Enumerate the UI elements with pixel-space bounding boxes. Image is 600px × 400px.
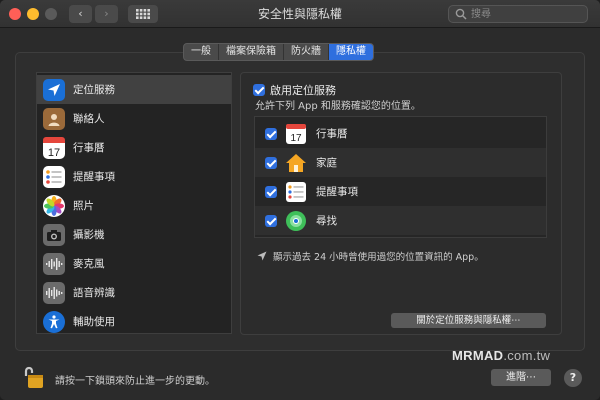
microphone-icon — [43, 252, 65, 275]
unlocked-padlock-icon — [24, 366, 43, 388]
window-title: 安全性與隱私權 — [257, 7, 342, 21]
app-label: 尋找 — [316, 215, 337, 227]
privacy-category-list: 定位服務 聯絡人 17 行事曆 提醒事項 照片 攝影機 麥克風 語音辨識 輔助使… — [36, 72, 232, 334]
app-checkbox[interactable] — [265, 156, 277, 169]
list-item-reminders[interactable]: 提醒事項 — [255, 177, 546, 206]
calendar-icon: 17 — [285, 123, 307, 145]
checkbox-checked[interactable] — [253, 84, 265, 96]
svg-text:17: 17 — [48, 147, 60, 159]
calendar-icon: 17 — [43, 136, 65, 159]
sidebar-item-calendar[interactable]: 17 行事曆 — [37, 133, 231, 162]
enable-location-services-checkbox[interactable]: 啟用定位服務 — [253, 82, 336, 98]
sidebar-item-label: 輔助使用 — [73, 316, 115, 328]
show-all-grid-button[interactable] — [128, 5, 158, 23]
sidebar-item-label: 麥克風 — [73, 258, 105, 270]
watermark-main: MRMAD — [452, 348, 504, 363]
contacts-icon — [43, 107, 65, 130]
sidebar-item-label: 語音辨識 — [73, 287, 115, 299]
preferences-window: ‹ › 安全性與隱私權 一般 檔案保險箱 防火牆 隱私權 — [0, 0, 600, 400]
location-arrow-icon — [257, 251, 267, 261]
app-checkbox[interactable] — [265, 214, 277, 227]
reminders-icon — [285, 181, 307, 203]
app-checkbox[interactable] — [265, 185, 277, 198]
site-watermark: MRMAD.com.tw — [452, 348, 550, 363]
help-button[interactable]: ? — [564, 369, 582, 387]
lock-hint-text: 請按一下鎖頭來防止進一步的更動。 — [55, 376, 215, 387]
lock-button[interactable] — [22, 365, 44, 392]
sidebar-item-camera[interactable]: 攝影機 — [37, 220, 231, 249]
close-window-button[interactable] — [9, 8, 21, 20]
about-location-privacy-button[interactable]: 關於定位服務與隱私權⋯ — [391, 313, 546, 328]
app-label: 提醒事項 — [316, 186, 358, 198]
enable-location-services-label: 啟用定位服務 — [270, 84, 336, 97]
recent-usage-text: 顯示過去 24 小時曾使用過您的位置資訊的 App。 — [273, 252, 484, 263]
sidebar-item-label: 聯絡人 — [73, 113, 105, 125]
tab-general[interactable]: 一般 — [184, 44, 219, 60]
back-button[interactable]: ‹ — [69, 5, 92, 23]
location-icon — [43, 78, 65, 101]
find-my-icon — [285, 210, 307, 232]
tab-privacy[interactable]: 隱私權 — [329, 44, 373, 60]
list-item-home[interactable]: 家庭 — [255, 148, 546, 177]
sidebar-item-label: 照片 — [73, 200, 94, 212]
calendar-day: 17 — [290, 133, 302, 144]
reminders-icon — [43, 165, 65, 188]
list-item-find-my[interactable]: 尋找 — [255, 206, 546, 235]
speech-recognition-icon — [43, 281, 65, 304]
search-icon — [455, 8, 467, 20]
recent-usage-note: 顯示過去 24 小時曾使用過您的位置資訊的 App。 — [257, 249, 484, 263]
grid-icon — [136, 9, 150, 19]
sidebar-item-speech-recognition[interactable]: 語音辨識 — [37, 278, 231, 307]
allow-apps-description: 允許下列 App 和服務確認您的位置。 — [255, 101, 421, 112]
photos-icon — [43, 194, 65, 217]
sidebar-item-label: 攝影機 — [73, 229, 105, 241]
sidebar-item-location-services[interactable]: 定位服務 — [37, 75, 231, 104]
title-bar: ‹ › 安全性與隱私權 — [0, 0, 600, 28]
search-input[interactable] — [471, 6, 581, 22]
forward-button[interactable]: › — [95, 5, 118, 23]
app-checkbox[interactable] — [265, 127, 277, 140]
location-app-list: 17 行事曆 家庭 提醒事項 尋找 — [254, 116, 547, 238]
tab-firewall[interactable]: 防火牆 — [284, 44, 329, 60]
camera-icon — [43, 223, 65, 246]
sidebar-item-label: 提醒事項 — [73, 171, 115, 183]
tab-bar: 一般 檔案保險箱 防火牆 隱私權 — [183, 43, 374, 61]
zoom-window-button[interactable] — [45, 8, 57, 20]
sidebar-item-reminders[interactable]: 提醒事項 — [37, 162, 231, 191]
home-icon — [285, 152, 307, 174]
list-item-calendar[interactable]: 17 行事曆 — [255, 119, 546, 148]
advanced-button[interactable]: 進階⋯ — [491, 369, 551, 386]
watermark-domain: .com.tw — [503, 348, 551, 363]
sidebar-item-photos[interactable]: 照片 — [37, 191, 231, 220]
accessibility-icon — [43, 310, 65, 333]
sidebar-item-microphone[interactable]: 麥克風 — [37, 249, 231, 278]
app-label: 家庭 — [316, 157, 337, 169]
sidebar-item-accessibility[interactable]: 輔助使用 — [37, 307, 231, 333]
sidebar-item-label: 行事曆 — [73, 142, 105, 154]
tab-filevault[interactable]: 檔案保險箱 — [219, 44, 284, 60]
search-field[interactable] — [448, 5, 588, 23]
app-label: 行事曆 — [316, 128, 348, 140]
sidebar-item-contacts[interactable]: 聯絡人 — [37, 104, 231, 133]
sidebar-item-label: 定位服務 — [73, 84, 115, 96]
minimize-window-button[interactable] — [27, 8, 39, 20]
